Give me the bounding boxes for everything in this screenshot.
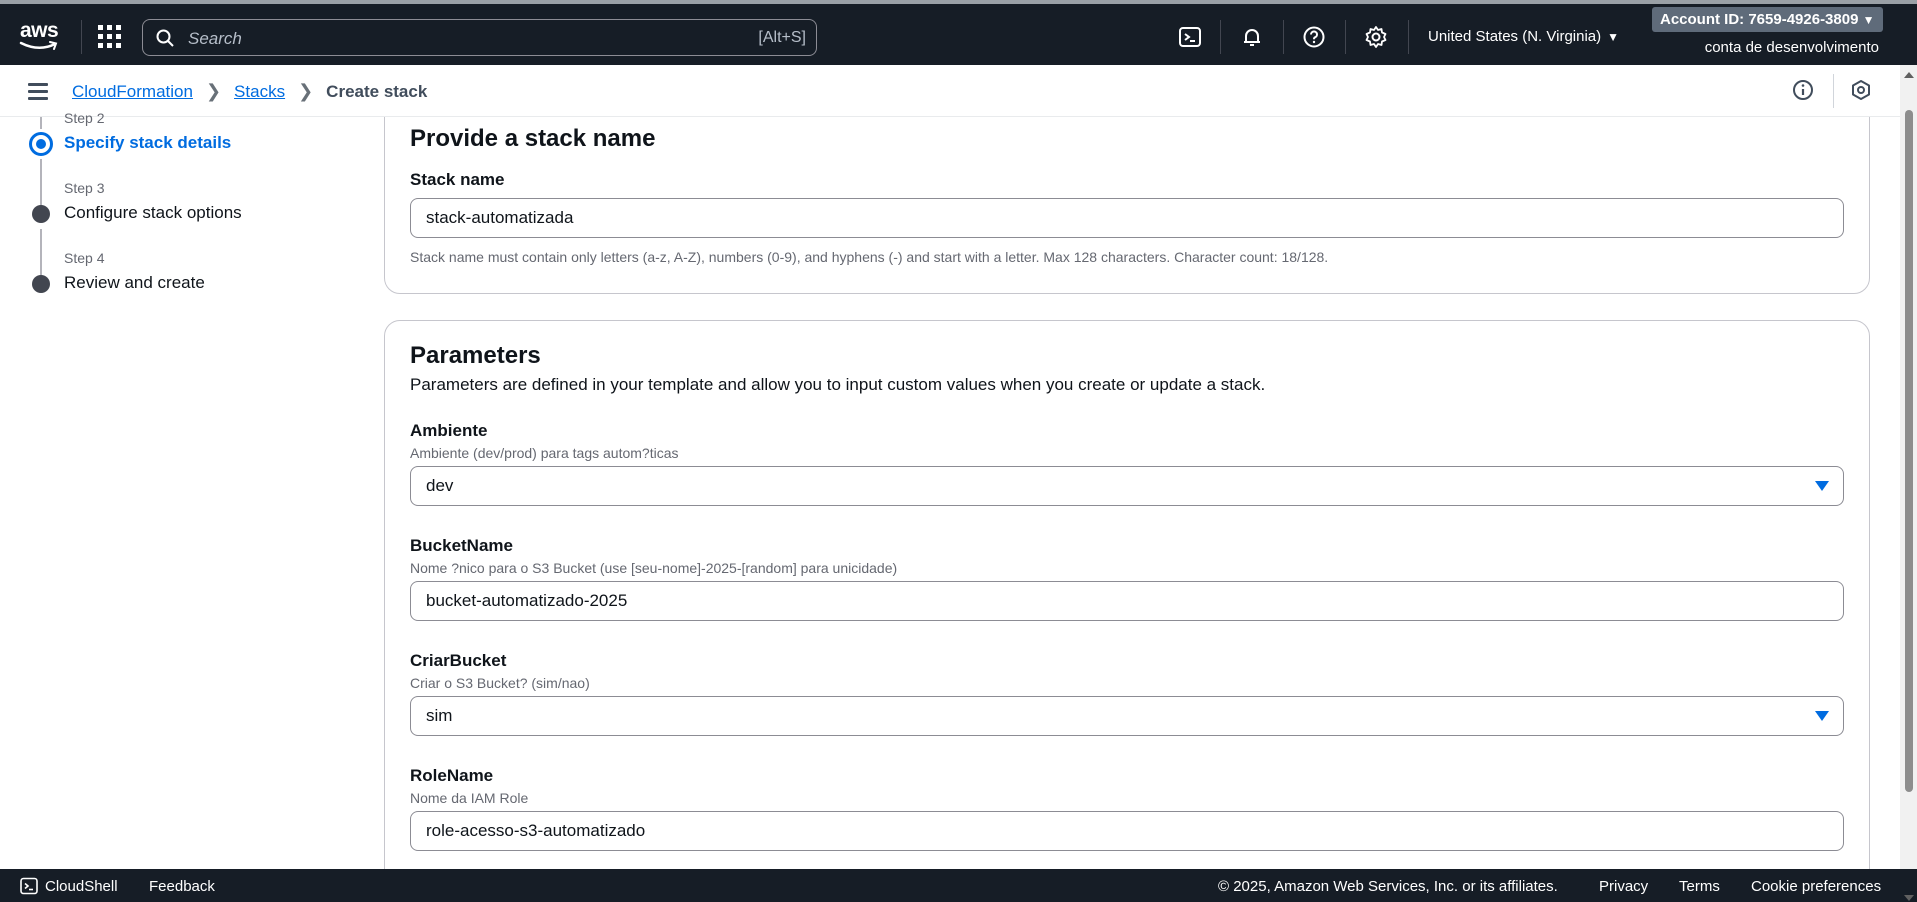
parameters-card: Parameters Parameters are defined in you… (384, 320, 1870, 869)
ambiente-selected-value: dev (426, 476, 454, 495)
param-ambiente-description: Ambiente (dev/prod) para tags autom?tica… (410, 445, 679, 461)
step-number: Step 3 (64, 180, 105, 196)
cloudshell-icon (20, 877, 38, 895)
rolename-input[interactable]: role-acesso-s3-automatizado (410, 811, 1844, 851)
console-footer: CloudShell Feedback © 2025, Amazon Web S… (0, 869, 1917, 902)
criarbucket-select[interactable]: sim (410, 696, 1844, 736)
param-criarbucket-description: Criar o S3 Bucket? (sim/nao) (410, 675, 590, 691)
cookie-preferences-link[interactable]: Cookie preferences (1751, 878, 1881, 895)
caret-down-icon (1815, 711, 1829, 721)
nav-divider (81, 20, 82, 54)
breadcrumb-current: Create stack (326, 81, 428, 101)
scroll-down-arrow-icon[interactable] (1904, 895, 1914, 901)
param-bucketname-description: Nome ?nico para o S3 Bucket (use [seu-no… (410, 560, 898, 576)
caret-down-icon: ▼ (1862, 13, 1875, 27)
step-indicator (32, 205, 50, 223)
copyright-text: © 2025, Amazon Web Services, Inc. or its… (1218, 878, 1558, 895)
stack-name-heading: Provide a stack name (410, 125, 656, 152)
account-menu[interactable]: Account ID: 7659-4926-3809 ▼ (1652, 7, 1883, 32)
search-placeholder: Search (188, 29, 242, 48)
stack-name-constraint: Stack name must contain only letters (a-… (410, 249, 1329, 265)
stack-name-input[interactable]: stack-automatizada (410, 198, 1844, 238)
terms-link[interactable]: Terms (1679, 878, 1720, 895)
bucketname-input[interactable]: bucket-automatizado-2025 (410, 581, 1844, 621)
nav-divider (1220, 20, 1221, 54)
bar-divider (1833, 74, 1834, 108)
chevron-right-icon: ❯ (205, 81, 222, 101)
nav-divider (1283, 20, 1284, 54)
chevron-right-icon: ❯ (298, 81, 314, 101)
param-bucketname-label: BucketName (410, 536, 513, 555)
services-menu-icon[interactable] (98, 25, 122, 49)
privacy-link[interactable]: Privacy (1599, 878, 1648, 895)
cloudshell-footer-button[interactable]: CloudShell (20, 877, 118, 895)
step-connector (40, 159, 42, 207)
tools-panel-icon[interactable] (1850, 79, 1872, 101)
aws-logo[interactable]: aws (18, 19, 62, 53)
stack-name-label: Stack name (410, 170, 505, 189)
settings-gear-icon[interactable] (1364, 25, 1388, 49)
parameters-heading: Parameters (410, 342, 541, 369)
nav-divider (1345, 20, 1346, 54)
aws-logo-text: aws (20, 19, 59, 42)
breadcrumb-link-stacks[interactable]: Stacks (234, 82, 285, 102)
caret-down-icon: ▼ (1607, 30, 1620, 44)
ambiente-select[interactable]: dev (410, 466, 1844, 506)
parameters-description: Parameters are defined in your template … (410, 375, 1266, 394)
step-indicator-active (29, 132, 53, 156)
account-id: Account ID: 7659-4926-3809 (1660, 11, 1859, 28)
breadcrumb-bar: CloudFormation ❯ Stacks ❯ Create stack (0, 65, 1900, 117)
step-indicator (32, 275, 50, 293)
step-connector (40, 117, 42, 129)
search-shortcut: [Alt+S] (758, 29, 806, 46)
main-content: Provide a stack name Stack name stack-au… (384, 117, 1870, 869)
search-icon (156, 29, 174, 47)
top-navigation: aws Search [Alt+S] United States (N. Vir… (0, 0, 1917, 65)
search-input[interactable]: Search [Alt+S] (142, 19, 817, 56)
help-icon[interactable] (1302, 25, 1326, 49)
stack-name-card: Provide a stack name Stack name stack-au… (384, 117, 1870, 294)
wizard-steps: Step 2 Specify stack details Step 3 Conf… (0, 110, 370, 869)
step-4-link[interactable]: Review and create (64, 273, 205, 293)
criarbucket-selected-value: sim (426, 706, 453, 725)
step-connector (40, 229, 42, 277)
breadcrumb-link-cloudformation[interactable]: CloudFormation (72, 82, 193, 102)
region-selector[interactable]: United States (N. Virginia) ▼ (1428, 28, 1619, 45)
account-alias: conta de desenvolvimento (1704, 39, 1879, 56)
param-ambiente-label: Ambiente (410, 421, 488, 440)
cloudshell-icon[interactable] (1178, 25, 1202, 49)
notifications-bell-icon[interactable] (1240, 25, 1264, 49)
breadcrumb: CloudFormation ❯ Stacks ❯ Create stack (72, 81, 427, 102)
param-rolename-label: RoleName (410, 766, 494, 785)
cloudshell-label: CloudShell (45, 877, 118, 895)
info-icon[interactable] (1792, 79, 1814, 101)
step-number: Step 4 (64, 250, 105, 266)
param-criarbucket-label: CriarBucket (410, 651, 507, 670)
param-rolename-description: Nome da IAM Role (410, 790, 529, 806)
aws-smile-icon (19, 41, 58, 50)
step-3-link[interactable]: Configure stack options (64, 203, 242, 223)
page-scrollbar-thumb[interactable] (1905, 110, 1913, 792)
scroll-up-arrow-icon[interactable] (1904, 72, 1914, 78)
feedback-link[interactable]: Feedback (149, 878, 215, 895)
nav-divider (1408, 20, 1409, 54)
step-number: Step 2 (64, 110, 105, 126)
caret-down-icon (1815, 481, 1829, 491)
step-2-link[interactable]: Specify stack details (64, 133, 231, 153)
side-navigation-toggle-icon[interactable] (28, 83, 48, 100)
region-label: United States (N. Virginia) (1428, 28, 1602, 45)
